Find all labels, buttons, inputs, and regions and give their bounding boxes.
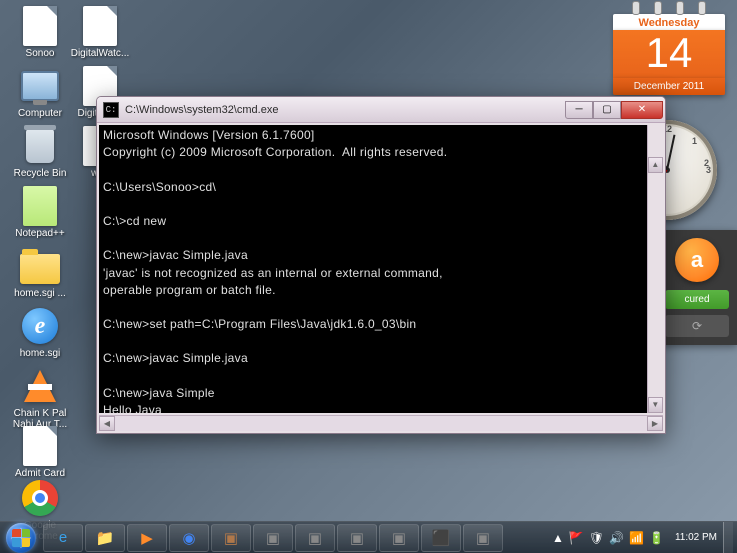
taskbar-item-app1[interactable]: ▣: [211, 524, 251, 552]
app1-icon: ▣: [224, 529, 238, 547]
scroll-left-button[interactable]: ◀: [99, 416, 115, 431]
minute-hand: [666, 135, 675, 171]
taskbar-item-app6[interactable]: ▣: [463, 524, 503, 552]
app2-icon: ▣: [266, 529, 280, 547]
horizontal-scrollbar[interactable]: ◀ ▶: [99, 415, 663, 431]
icon-label: Notepad++: [10, 228, 70, 239]
file-icon: [20, 426, 60, 466]
cmd-icon: ⬛: [432, 529, 451, 547]
chrome-icon: ◉: [182, 529, 195, 547]
tray-icon-2[interactable]: 🛡: [589, 531, 604, 545]
cmd-titlebar[interactable]: C: C:\Windows\system32\cmd.exe ─ ▢ ✕: [97, 97, 665, 123]
vertical-scrollbar[interactable]: ▲ ▼: [647, 125, 663, 413]
tray-icon-3[interactable]: 🔊: [609, 531, 624, 545]
calendar-weekday: Wednesday: [613, 14, 725, 30]
vlc-icon: [20, 366, 60, 406]
taskbar-item-explorer[interactable]: 📁: [85, 524, 125, 552]
desktop-icon-digitalwatch[interactable]: DigitalWatc...: [70, 6, 130, 59]
calendar-day: 14: [613, 30, 725, 78]
show-desktop-button[interactable]: [723, 522, 733, 553]
taskbar-item-app3[interactable]: ▣: [295, 524, 335, 552]
tray-icon-4[interactable]: 📶: [629, 531, 644, 545]
computer-icon: [20, 66, 60, 106]
icon-label: Recycle Bin: [10, 168, 70, 179]
taskbar-items: e 📁 ▶ ◉ ▣ ▣ ▣ ▣ ▣ ⬛ ▣: [42, 524, 504, 552]
ie-icon: [20, 306, 60, 346]
desktop-icon-sonoo[interactable]: Sonoo: [10, 6, 70, 59]
icon-label: home.sgi: [10, 348, 70, 359]
file-icon: [80, 6, 120, 46]
taskbar[interactable]: e 📁 ▶ ◉ ▣ ▣ ▣ ▣ ▣ ⬛ ▣ ▲ 🚩 🛡 🔊 📶 🔋 11:02 PM: [0, 521, 737, 553]
ie-icon: e: [59, 529, 67, 546]
folder-icon: [20, 246, 60, 286]
file-icon: [20, 6, 60, 46]
system-tray[interactable]: ▲ 🚩 🛡 🔊 📶 🔋 11:02 PM: [546, 531, 723, 545]
windows-orb-icon: [6, 523, 36, 553]
taskbar-item-cmd[interactable]: ⬛: [421, 524, 461, 552]
taskbar-item-app2[interactable]: ▣: [253, 524, 293, 552]
taskbar-item-wmp[interactable]: ▶: [127, 524, 167, 552]
cmd-icon: C:: [103, 102, 119, 118]
taskbar-item-ie[interactable]: e: [43, 524, 83, 552]
tray-icon-0[interactable]: ▲: [552, 531, 564, 545]
app5-icon: ▣: [392, 529, 406, 547]
calendar-gadget[interactable]: Wednesday 14 December 2011: [613, 4, 725, 95]
icon-label: DigitalWatc...: [70, 48, 130, 59]
minimize-button[interactable]: ─: [565, 101, 593, 119]
tray-icon-1[interactable]: 🚩: [569, 531, 584, 545]
desktop-icon-notepadpp[interactable]: Notepad++: [10, 186, 70, 239]
chrome-icon: [20, 478, 60, 518]
desktop-icon-chainkpal[interactable]: Chain K Pal Nahi Aur T...: [10, 366, 70, 430]
explorer-icon: 📁: [96, 529, 115, 547]
avast-logo-icon: a: [675, 238, 719, 282]
cmd-output[interactable]: Microsoft Windows [Version 6.1.7600] Cop…: [99, 125, 663, 413]
clock-1: 1: [692, 136, 697, 146]
cmd-title: C:\Windows\system32\cmd.exe: [125, 104, 565, 116]
close-button[interactable]: ✕: [621, 101, 663, 119]
calendar-monthyear: December 2011: [613, 78, 725, 95]
desktop-icon-homesgi2[interactable]: home.sgi: [10, 306, 70, 359]
taskbar-item-chrome[interactable]: ◉: [169, 524, 209, 552]
desktop-icon-admitcard[interactable]: Admit Card: [10, 426, 70, 479]
tray-icon-5[interactable]: 🔋: [649, 531, 664, 545]
bin-icon: [20, 126, 60, 166]
desktop-icon-homesgi[interactable]: home.sgi ...: [10, 246, 70, 299]
desktop-icon-recyclebin[interactable]: Recycle Bin: [10, 126, 70, 179]
taskbar-item-app4[interactable]: ▣: [337, 524, 377, 552]
calendar-rings: [613, 4, 725, 14]
scroll-right-button[interactable]: ▶: [647, 416, 663, 431]
icon-label: Computer: [10, 108, 70, 119]
desktop-icon-computer[interactable]: Computer: [10, 66, 70, 119]
app6-icon: ▣: [476, 529, 490, 547]
maximize-button[interactable]: ▢: [593, 101, 621, 119]
scroll-down-button[interactable]: ▼: [648, 397, 663, 413]
window-controls: ─ ▢ ✕: [565, 101, 663, 119]
cmd-window[interactable]: C: C:\Windows\system32\cmd.exe ─ ▢ ✕ Mic…: [96, 96, 666, 434]
tray-clock[interactable]: 11:02 PM: [675, 532, 717, 543]
taskbar-item-app5[interactable]: ▣: [379, 524, 419, 552]
wmp-icon: ▶: [141, 529, 153, 547]
scroll-up-button[interactable]: ▲: [648, 157, 663, 173]
icon-label: Sonoo: [10, 48, 70, 59]
scroll-track[interactable]: [115, 416, 647, 431]
npp-icon: [20, 186, 60, 226]
avast-refresh-button[interactable]: ⟳: [665, 315, 729, 337]
app3-icon: ▣: [308, 529, 322, 547]
icon-label: home.sgi ...: [10, 288, 70, 299]
app4-icon: ▣: [350, 529, 364, 547]
start-button[interactable]: [0, 522, 42, 553]
clock-3: 3: [706, 165, 711, 175]
avast-gadget[interactable]: a cured ⟳: [657, 230, 737, 345]
avast-status-button[interactable]: cured: [665, 290, 729, 309]
